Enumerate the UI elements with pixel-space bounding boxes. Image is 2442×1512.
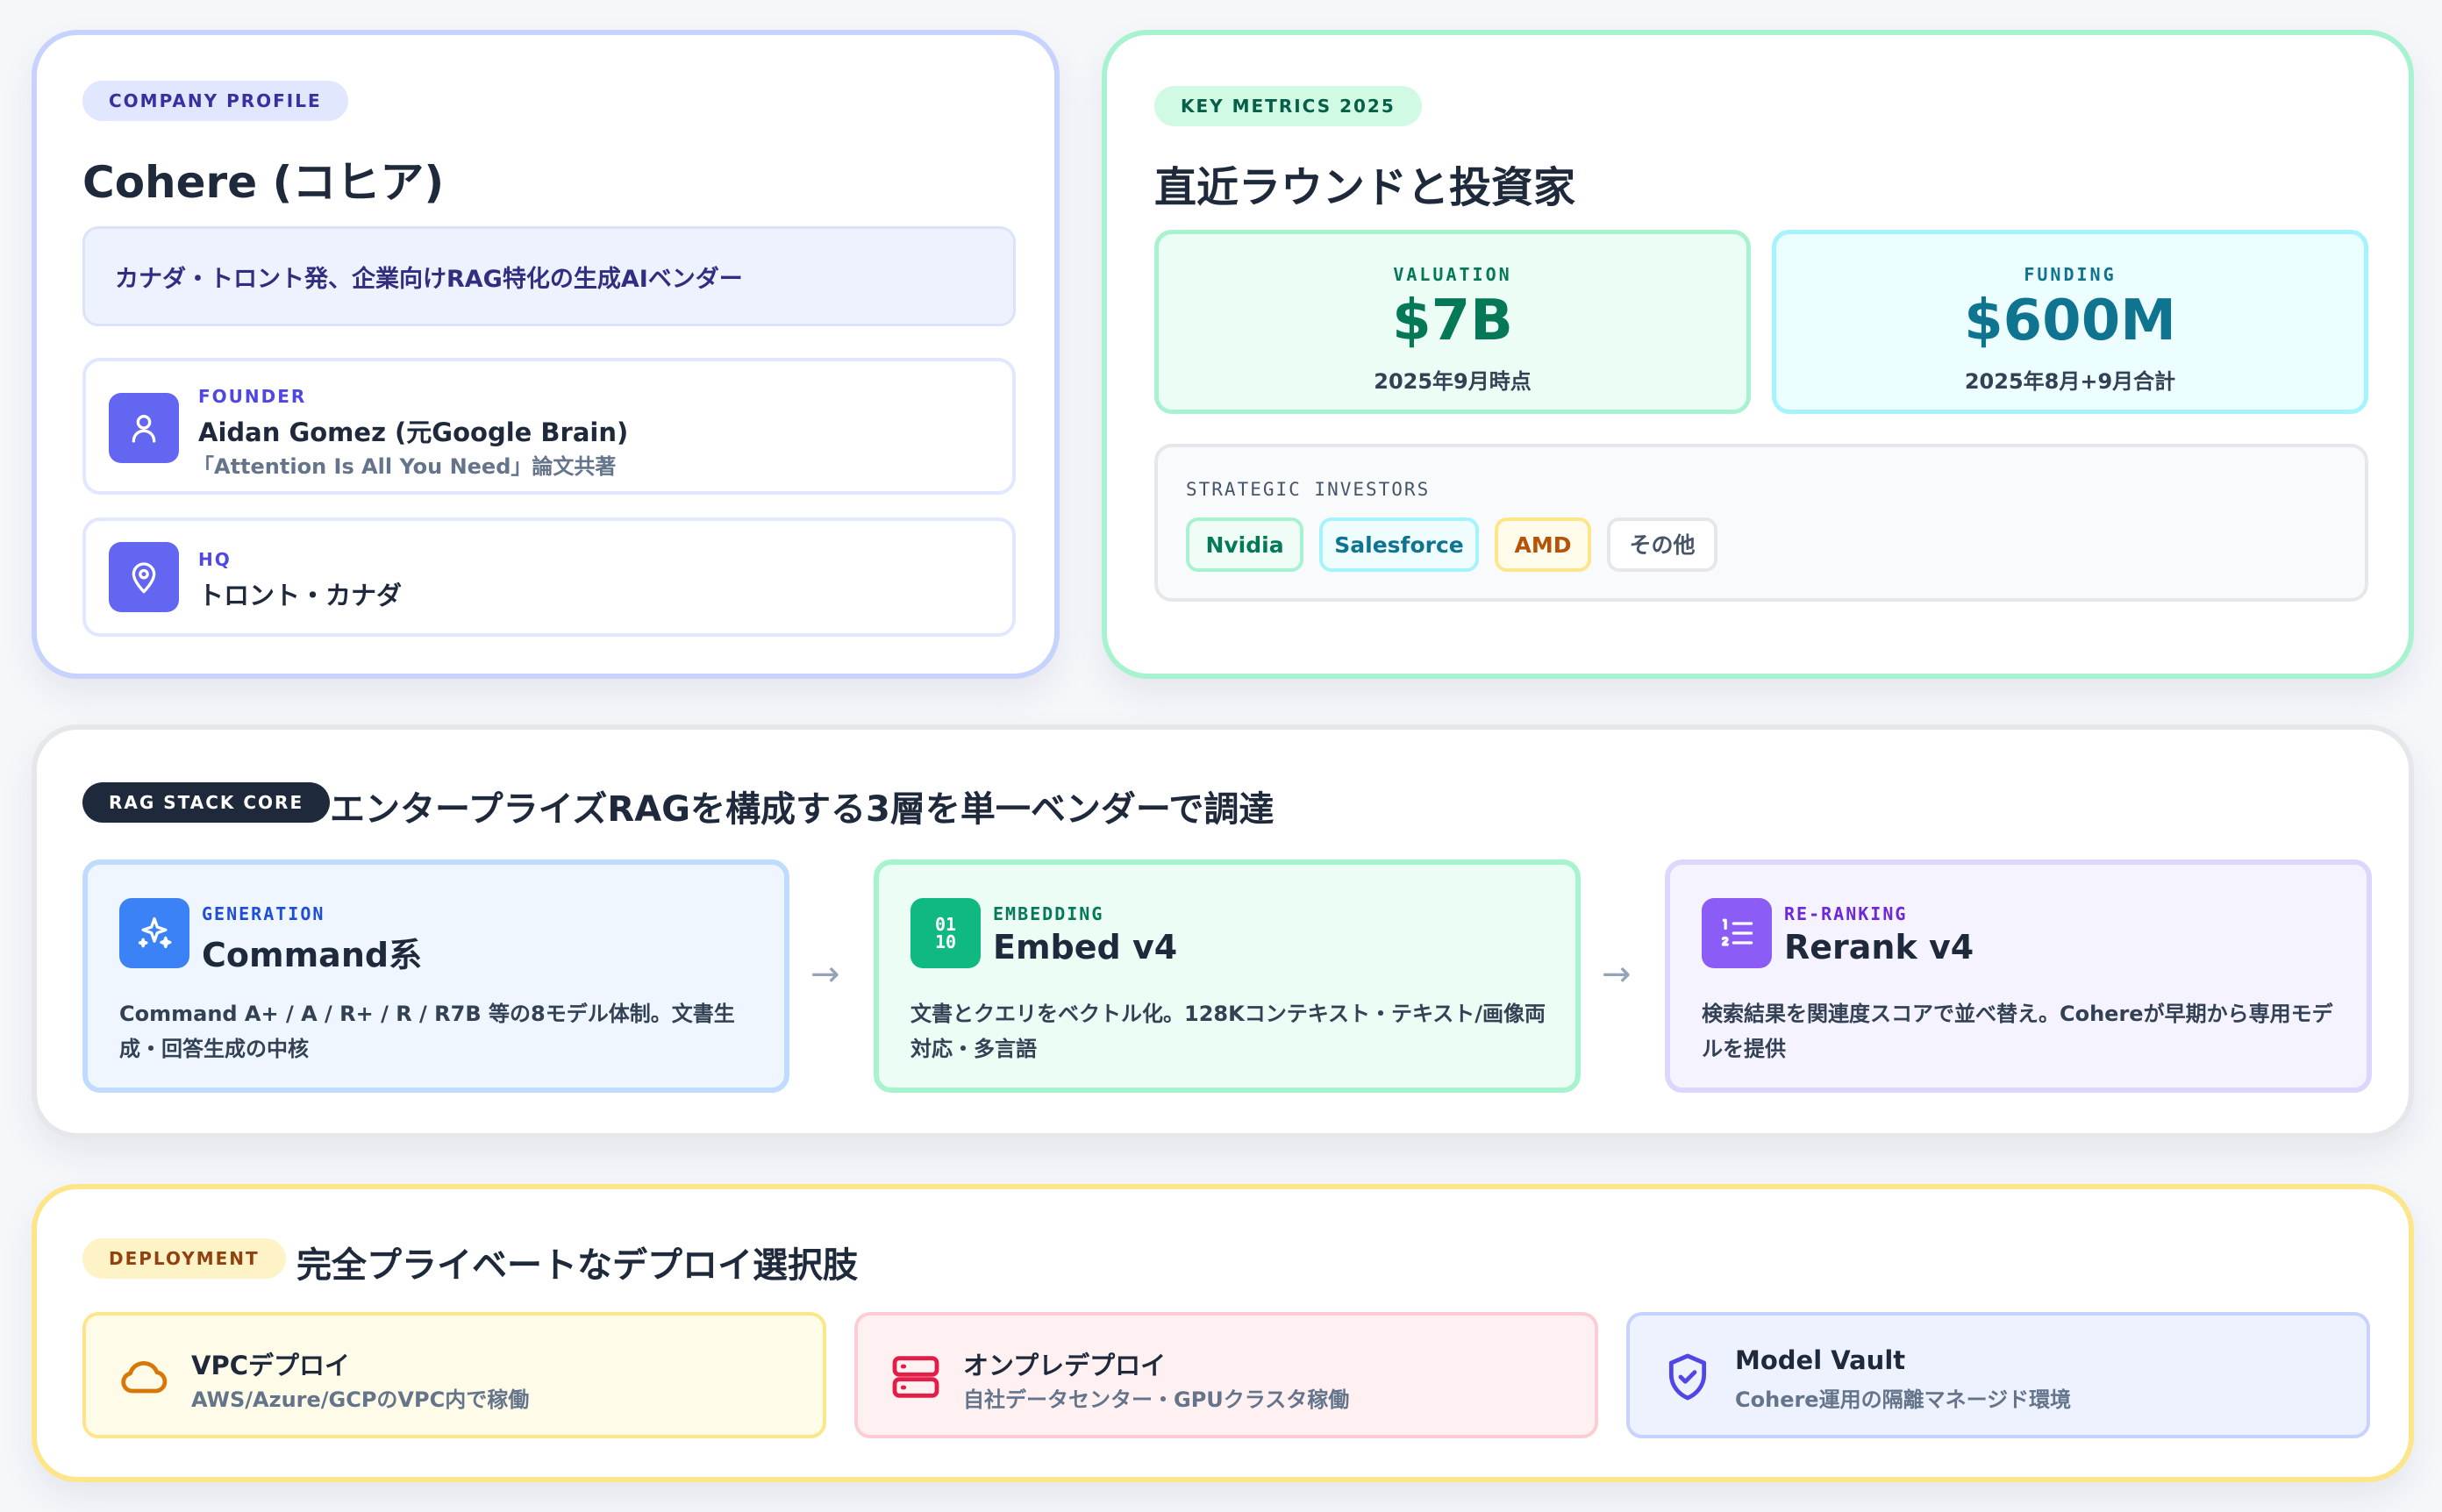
- deploy-option-model-vault: Model Vault Cohere運用の隔離マネージド環境: [1626, 1312, 2370, 1438]
- hq-label: HQ: [198, 549, 232, 570]
- binary-icon-top: 01: [934, 914, 957, 935]
- layer-generation-name: Command系: [202, 936, 423, 974]
- sparkles-icon: [119, 898, 189, 968]
- rag-stack-title: エンタープライズRAGを構成する3層を単一ベンダーで調達: [330, 789, 1275, 830]
- founder-name: Aidan Gomez (元Google Brain): [198, 417, 629, 447]
- hq-location: トロント・カナダ: [198, 581, 403, 610]
- layer-reranking-label: RE-RANKING: [1784, 903, 1908, 924]
- investors-label: STRATEGIC INVESTORS: [1186, 479, 1431, 500]
- layer-embedding: 01 10 EMBEDDING Embed v4 文書とクエリをベクトル化。12…: [874, 859, 1581, 1093]
- investor-chip-nvidia: Nvidia: [1186, 517, 1303, 572]
- binary-icon: 01 10: [910, 898, 981, 968]
- key-metrics-badge: KEY METRICS 2025: [1154, 86, 1422, 126]
- list-ordered-icon: [1702, 898, 1772, 968]
- valuation-value: $7B: [1392, 289, 1513, 353]
- cloud-icon: [121, 1360, 168, 1394]
- founder-note: 「Attention Is All You Need」論文共著: [193, 454, 617, 479]
- founder-label: FOUNDER: [198, 386, 307, 407]
- layer-generation: GENERATION Command系 Command A+ / A / R+ …: [82, 859, 789, 1093]
- company-profile-badge: COMPANY PROFILE: [82, 81, 348, 121]
- arrow-right-icon: →: [1602, 954, 1632, 995]
- layer-reranking: RE-RANKING Rerank v4 検索結果を関連度スコアで並べ替え。Co…: [1665, 859, 2372, 1093]
- deploy-option-vpc: VPCデプロイ AWS/Azure/GCPのVPC内で稼働: [82, 1312, 826, 1438]
- user-icon: [109, 393, 179, 463]
- investor-chip-other: その他: [1607, 517, 1717, 572]
- investor-chip-salesforce: Salesforce: [1319, 517, 1479, 572]
- funding-metric: FUNDING $600M 2025年8月+9月合計: [1772, 230, 2368, 414]
- deploy-option-onprem: オンプレデプロイ 自社データセンター・GPUクラスタ稼働: [854, 1312, 1598, 1438]
- deployment-card: DEPLOYMENT 完全プライベートなデプロイ選択肢 VPCデプロイ AWS/…: [32, 1184, 2414, 1482]
- strategic-investors: STRATEGIC INVESTORS Nvidia Salesforce AM…: [1154, 444, 2368, 602]
- map-pin-icon: [109, 542, 179, 612]
- layer-generation-desc: Command A+ / A / R+ / R / R7B 等の8モデル体制。文…: [119, 1002, 735, 1061]
- company-profile-card: COMPANY PROFILE Cohere (コヒア) カナダ・トロント発、企…: [32, 30, 1060, 679]
- layer-reranking-desc: 検索結果を関連度スコアで並べ替え。Cohereが早期から専用モデルを提供: [1702, 1002, 2333, 1061]
- layer-embedding-desc: 文書とクエリをベクトル化。128Kコンテキスト・テキスト/画像両対応・多言語: [910, 1002, 1546, 1061]
- layer-generation-label: GENERATION: [202, 903, 325, 924]
- metrics-title: 直近ラウンドと投資家: [1154, 163, 1576, 212]
- deploy-vault-name: Model Vault: [1735, 1345, 1906, 1375]
- arrow-right-icon: →: [810, 954, 840, 995]
- valuation-metric: VALUATION $7B 2025年9月時点: [1154, 230, 1751, 414]
- deploy-vpc-name: VPCデプロイ: [191, 1351, 350, 1380]
- company-description: カナダ・トロント発、企業向けRAG特化の生成AIベンダー: [82, 226, 1016, 326]
- deploy-vpc-desc: AWS/Azure/GCPのVPC内で稼働: [191, 1387, 530, 1412]
- company-name-title: Cohere (コヒア): [82, 157, 445, 208]
- hq-info: HQ トロント・カナダ: [82, 517, 1016, 637]
- deployment-title: 完全プライベートなデプロイ選択肢: [296, 1245, 858, 1286]
- deploy-onprem-desc: 自社データセンター・GPUクラスタ稼働: [963, 1387, 1350, 1412]
- valuation-label: VALUATION: [1393, 264, 1512, 285]
- valuation-note: 2025年9月時点: [1374, 369, 1532, 394]
- layer-reranking-name: Rerank v4: [1784, 928, 1974, 966]
- investor-chip-amd: AMD: [1495, 517, 1591, 572]
- deployment-badge: DEPLOYMENT: [82, 1238, 286, 1279]
- layer-embedding-name: Embed v4: [993, 928, 1178, 966]
- rag-stack-card: RAG STACK CORE エンタープライズRAGを構成する3層を単一ベンダー…: [32, 724, 2414, 1138]
- server-icon: [892, 1356, 939, 1398]
- funding-label: FUNDING: [2024, 264, 2117, 285]
- shield-check-icon: [1668, 1353, 1707, 1401]
- founder-info: FOUNDER Aidan Gomez (元Google Brain) 「Att…: [82, 358, 1016, 495]
- funding-note: 2025年8月+9月合計: [1964, 369, 2176, 394]
- layer-embedding-label: EMBEDDING: [993, 903, 1104, 924]
- rag-stack-badge: RAG STACK CORE: [82, 782, 331, 823]
- deploy-onprem-name: オンプレデプロイ: [963, 1351, 1167, 1380]
- funding-value: $600M: [1964, 289, 2176, 353]
- key-metrics-card: KEY METRICS 2025 直近ラウンドと投資家 VALUATION $7…: [1102, 30, 2414, 679]
- binary-icon-bottom: 10: [934, 931, 957, 952]
- deploy-vault-desc: Cohere運用の隔離マネージド環境: [1735, 1387, 2072, 1412]
